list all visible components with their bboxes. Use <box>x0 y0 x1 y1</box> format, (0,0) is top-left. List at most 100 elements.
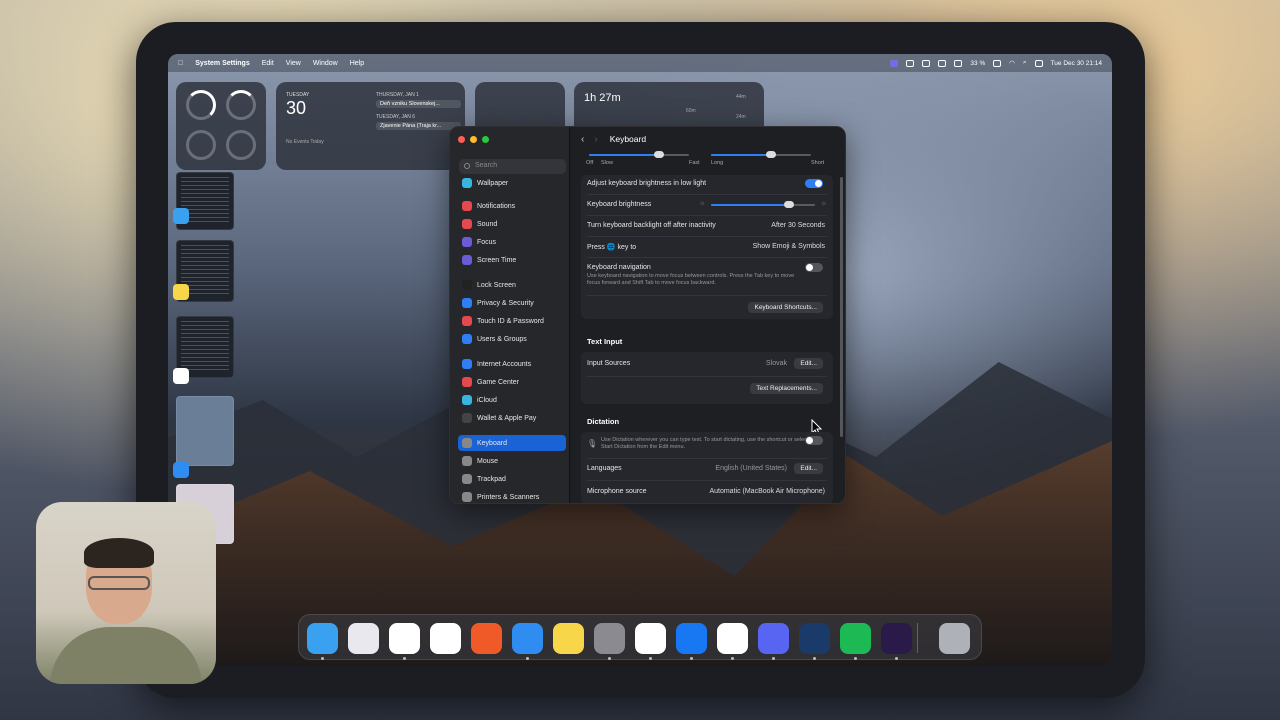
sidebar-item-focus[interactable]: Focus <box>458 234 566 250</box>
minimize-button[interactable] <box>470 136 477 143</box>
sidebar-item-mouse[interactable]: Mouse <box>458 453 566 469</box>
trash-icon[interactable] <box>939 623 970 654</box>
menu-view[interactable]: View <box>286 60 301 67</box>
sidebar-item-screen-time[interactable]: Screen Time <box>458 252 566 268</box>
divider <box>587 376 827 377</box>
slider-label-slow: Slow <box>601 160 613 166</box>
input-sources-edit-button[interactable]: Edit... <box>794 358 823 369</box>
globe-key-label: Press 🌐 key to <box>587 244 637 251</box>
sidebar-item-wallpaper[interactable]: Wallpaper <box>458 175 566 191</box>
sidebar-item-icon <box>462 178 472 188</box>
screen-time-label: 24m <box>736 114 746 120</box>
close-button[interactable] <box>458 136 465 143</box>
backlight-off-select[interactable]: After 30 Seconds <box>771 222 825 229</box>
status-icon-1[interactable] <box>906 59 915 67</box>
sidebar-item-keyboard[interactable]: Keyboard <box>458 435 566 451</box>
sidebar-item-icon <box>462 255 472 265</box>
sidebar-item-game-center[interactable]: Game Center <box>458 374 566 390</box>
divider <box>587 295 827 296</box>
sidebar-item-users-groups[interactable]: Users & Groups <box>458 331 566 347</box>
sidebar-item-wallet-apple-pay[interactable]: Wallet & Apple Pay <box>458 410 566 426</box>
calendar-day-number: 30 <box>286 98 307 118</box>
input-sources-label: Input Sources <box>587 360 631 367</box>
sidebar-item-privacy-security[interactable]: Privacy & Security <box>458 295 566 311</box>
menu-help[interactable]: Help <box>350 60 364 67</box>
system-settings-icon[interactable] <box>594 623 625 654</box>
control-center-icon[interactable] <box>1034 59 1043 67</box>
stage-window-thumbnail[interactable] <box>176 396 234 466</box>
finder-icon[interactable] <box>307 623 338 654</box>
back-arrow-icon[interactable]: ‹ <box>581 134 584 145</box>
globe-key-select[interactable]: Show Emoji & Symbols <box>753 243 825 250</box>
sidebar-item-internet-accounts[interactable]: Internet Accounts <box>458 356 566 372</box>
zoom-button[interactable] <box>482 136 489 143</box>
sidebar-item-lock-screen[interactable]: Lock Screen <box>458 277 566 293</box>
adjust-brightness-toggle[interactable] <box>805 179 823 188</box>
mouse-battery-ring <box>226 90 256 120</box>
sidebar-item-notifications[interactable]: Notifications <box>458 198 566 214</box>
launchpad-icon[interactable] <box>348 623 379 654</box>
menu-bar:  System Settings Edit View Window Help … <box>168 54 1112 72</box>
scrollbar[interactable] <box>840 177 843 437</box>
clock[interactable]: Tue Dec 30 21:14 <box>1051 60 1102 67</box>
airplay-icon[interactable] <box>954 59 963 67</box>
facebook-icon[interactable] <box>676 623 707 654</box>
sidebar-item-printers-scanners[interactable]: Printers & Scanners <box>458 489 566 503</box>
battery-percent[interactable]: 33 % <box>970 60 985 67</box>
wifi-icon[interactable]: ◠ <box>1009 59 1015 67</box>
sidebar-item-icon <box>462 359 472 369</box>
text-replacements-button[interactable]: Text Replacements... <box>750 383 823 394</box>
capcut-icon[interactable] <box>430 623 461 654</box>
key-repeat-knob[interactable] <box>654 151 664 158</box>
discord-icon[interactable] <box>758 623 789 654</box>
kb-nav-toggle[interactable] <box>805 263 823 272</box>
notes-icon[interactable] <box>553 623 584 654</box>
apple-menu-icon[interactable]:  <box>178 60 183 67</box>
safari-icon[interactable] <box>512 623 543 654</box>
mic-source-select[interactable]: Automatic (MacBook Air Microphone) <box>709 488 825 495</box>
keyboard-shortcuts-button[interactable]: Keyboard Shortcuts... <box>748 302 823 313</box>
delay-slider[interactable] <box>711 151 811 158</box>
sidebar-item-label: Users & Groups <box>477 335 527 343</box>
sidebar-item-label: Notifications <box>477 202 516 210</box>
menu-window[interactable]: Window <box>313 60 338 67</box>
status-icon-2[interactable] <box>922 59 931 67</box>
screen-record-icon[interactable] <box>890 59 899 67</box>
dictation-toggle[interactable] <box>805 436 823 445</box>
dictation-card: 🎙 Use Dictation wherever you can type te… <box>581 432 833 503</box>
kb-brightness-knob[interactable] <box>784 201 794 208</box>
app-menu[interactable]: System Settings <box>195 60 249 67</box>
mic-source-row: Microphone source Automatic (MacBook Air… <box>587 488 827 495</box>
arc-like-icon[interactable] <box>881 623 912 654</box>
spotify-icon[interactable] <box>840 623 871 654</box>
forward-arrow-icon[interactable]: › <box>594 134 597 145</box>
running-indicator <box>690 657 693 660</box>
batteries-widget[interactable] <box>176 82 266 170</box>
calendar-widget[interactable]: TUESDAY 30 No Events Today THURSDAY, JAN… <box>276 82 465 170</box>
backlight-off-row: Turn keyboard backlight off after inacti… <box>587 222 827 229</box>
brave-icon[interactable] <box>471 623 502 654</box>
chrome-icon[interactable] <box>635 623 666 654</box>
kb-brightness-slider[interactable] <box>711 201 815 208</box>
battery-icon[interactable] <box>993 59 1002 67</box>
spotlight-icon[interactable]: ⌕ <box>1023 59 1027 67</box>
divider <box>587 215 827 216</box>
dictation-row: 🎙 Use Dictation wherever you can type te… <box>587 436 827 452</box>
sidebar-item-label: Keyboard <box>477 439 507 447</box>
key-repeat-slider[interactable] <box>589 151 689 158</box>
languages-edit-button[interactable]: Edit... <box>794 463 823 474</box>
sidebar-item-touch-id-password[interactable]: Touch ID & Password <box>458 313 566 329</box>
sidebar-item-sound[interactable]: Sound <box>458 216 566 232</box>
delay-knob[interactable] <box>766 151 776 158</box>
chatgpt-icon[interactable] <box>389 623 420 654</box>
display-icon[interactable] <box>938 59 947 67</box>
menu-edit[interactable]: Edit <box>262 60 274 67</box>
gmail-icon[interactable] <box>717 623 748 654</box>
search-input[interactable]: Search <box>459 159 566 174</box>
microphone-icon: 🎙 <box>587 439 598 448</box>
dock-divider <box>917 623 918 653</box>
sidebar-item-icloud[interactable]: iCloud <box>458 392 566 408</box>
search-icon <box>464 163 470 169</box>
sidebar-item-trackpad[interactable]: Trackpad <box>458 471 566 487</box>
telegram-like-icon[interactable] <box>799 623 830 654</box>
